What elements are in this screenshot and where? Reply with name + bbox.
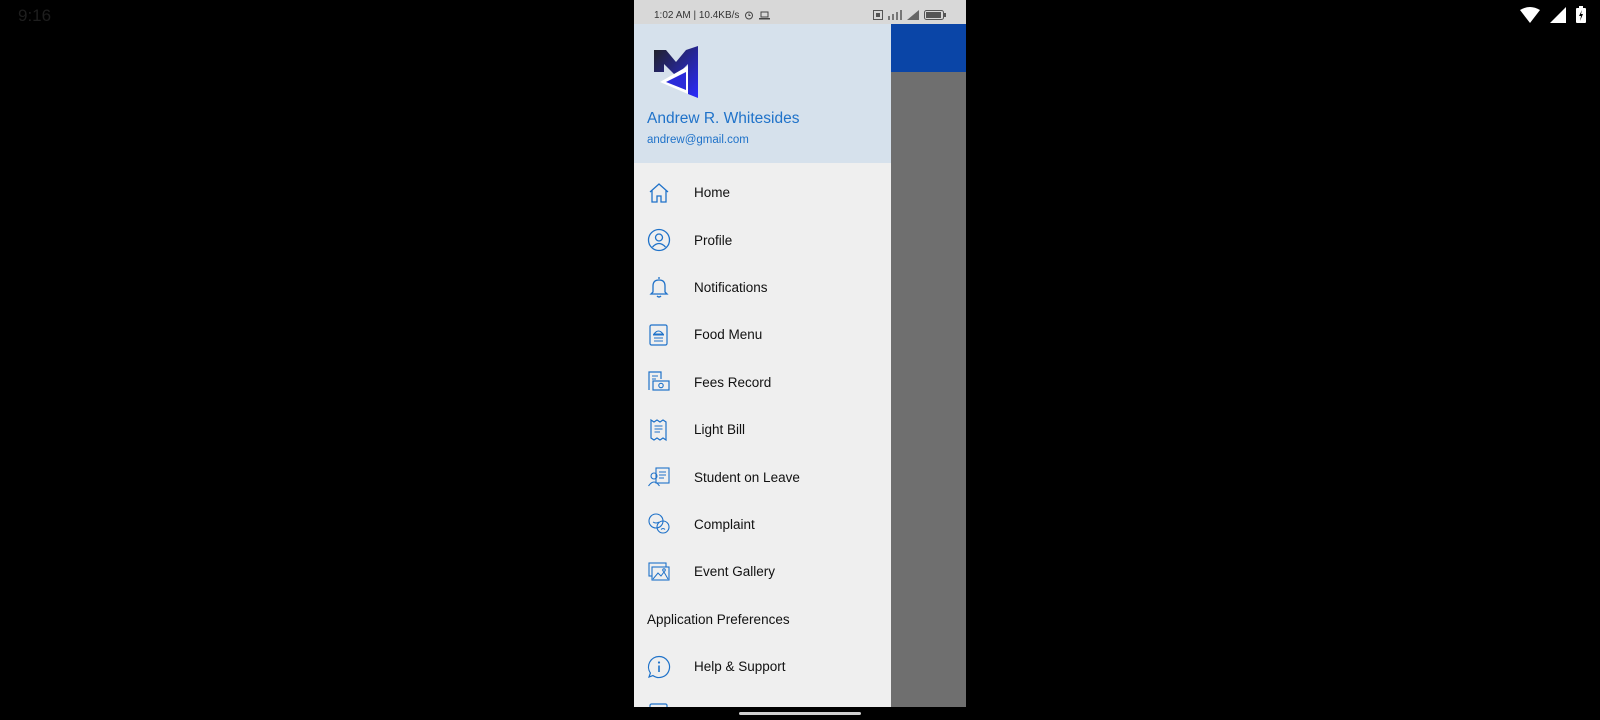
menu-item-light-bill[interactable]: Light Bill — [634, 406, 891, 453]
section-title-preferences: Application Preferences — [647, 611, 790, 627]
phone-battery-icon — [924, 10, 946, 20]
battery-icon — [1576, 6, 1586, 23]
drawer-header: Andrew R. Whitesides andrew@gmail.com — [634, 24, 891, 163]
cell-signal-icon — [907, 10, 919, 20]
menu-item-label: Help & Support — [694, 659, 786, 675]
menu-item-food-menu[interactable]: Food Menu — [634, 311, 891, 358]
menu-item-label: Light Bill — [694, 422, 746, 438]
menu-item-label: Fees Record — [694, 374, 772, 390]
navigation-drawer: Andrew R. Whitesides andrew@gmail.com Ho… — [634, 24, 891, 707]
partial-menu-icon — [647, 702, 671, 707]
menu-item-help-support[interactable]: Help & Support — [634, 643, 891, 690]
phone-screen: 1:02 AM | 10.4KB/s Andrew R. Whitesides … — [634, 0, 966, 707]
complaint-icon — [647, 512, 671, 536]
sim-icon — [873, 10, 883, 20]
gallery-icon — [647, 560, 671, 584]
bell-icon — [647, 275, 671, 299]
wifi-icon — [1520, 6, 1540, 23]
menu-item-notifications[interactable]: Notifications — [634, 264, 891, 311]
menu-item-complaint[interactable]: Complaint — [634, 501, 891, 548]
user-email: andrew@gmail.com — [647, 134, 749, 146]
menu-item-student-on-leave[interactable]: Student on Leave — [634, 453, 891, 500]
fees-icon — [647, 370, 671, 394]
menu-item-label: Notifications — [694, 279, 768, 295]
menu-item-label: Event Gallery — [694, 564, 776, 580]
app-bar — [891, 24, 966, 72]
menu-item-profile[interactable]: Profile — [634, 216, 891, 263]
user-name: Andrew R. Whitesides — [647, 110, 800, 127]
menu-item-label: Food Menu — [694, 327, 763, 343]
drawer-menu: Home Profile Notifications Food Menu Fee… — [634, 169, 891, 707]
menu-item-fees-record[interactable]: Fees Record — [634, 359, 891, 406]
menu-item-label: Home — [694, 185, 731, 201]
menu-item-label: Student on Leave — [694, 469, 800, 485]
alarm-icon — [745, 11, 754, 20]
laptop-icon — [759, 11, 771, 19]
menu-item-home[interactable]: Home — [634, 169, 891, 216]
receipt-icon — [647, 418, 671, 442]
student-leave-icon — [647, 465, 671, 489]
host-clock: 9:16 — [18, 6, 52, 25]
status-time: 1:02 AM | 10.4KB/s — [654, 9, 740, 21]
menu-item-label: Complaint — [694, 516, 755, 532]
menu-item-partial[interactable] — [634, 690, 891, 707]
menu-item-label: Profile — [694, 232, 733, 248]
menu-item-event-gallery[interactable]: Event Gallery — [634, 548, 891, 595]
info-icon — [647, 655, 671, 679]
signal-icon — [1550, 6, 1566, 23]
network-icon — [888, 10, 902, 20]
food-menu-icon — [647, 323, 671, 347]
phone-status-icons — [873, 10, 946, 20]
profile-icon — [647, 228, 671, 252]
app-logo — [654, 46, 698, 98]
home-indicator[interactable] — [739, 712, 861, 715]
host-status-icons — [1520, 6, 1586, 23]
home-icon — [647, 181, 671, 205]
